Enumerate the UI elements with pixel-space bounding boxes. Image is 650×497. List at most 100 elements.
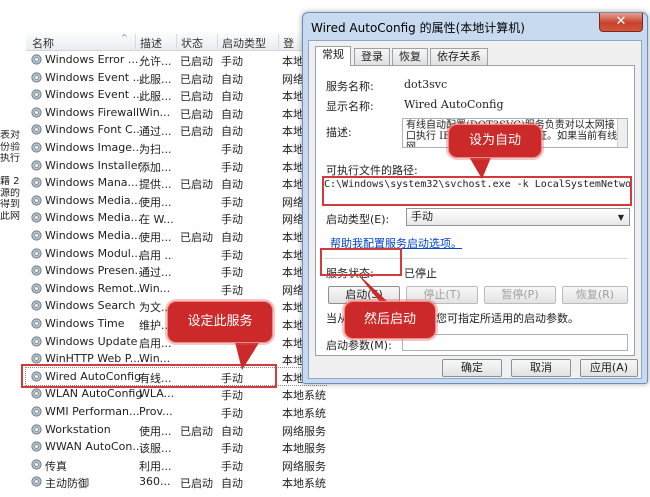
service-gear-icon bbox=[31, 247, 42, 259]
service-description: 利用... bbox=[139, 459, 172, 473]
tab-logon[interactable]: 登录 bbox=[354, 48, 390, 65]
service-logon: 本地系统 bbox=[282, 477, 326, 491]
table-row[interactable]: 传真 利用... 手动 网络服务 bbox=[26, 456, 326, 474]
service-status: 已启动 bbox=[180, 424, 213, 438]
service-logon: 本地系统 bbox=[282, 389, 326, 403]
table-row[interactable]: Windows Presen... 通过... 手动 本地 bbox=[26, 262, 326, 280]
service-description: 提供... bbox=[139, 178, 172, 192]
start-params-input[interactable] bbox=[402, 334, 628, 351]
service-gear-icon bbox=[31, 476, 42, 487]
service-gear-icon bbox=[31, 159, 42, 171]
start-params-label: 启动参数(M): bbox=[326, 339, 392, 352]
startup-type-dropdown[interactable]: 手动 ▼ bbox=[406, 208, 630, 226]
service-logon: 本地服务 bbox=[282, 442, 326, 456]
service-gear-icon bbox=[31, 441, 42, 452]
table-row[interactable]: Windows Remot... Win... 手动 网络 bbox=[26, 280, 326, 298]
table-row[interactable]: Windows Event ... 此服... 已启动 自动 网络 bbox=[26, 69, 326, 87]
table-row[interactable]: WWAN AutoCon... 该服... 手动 本地服务 bbox=[26, 438, 326, 456]
service-description: 通过... bbox=[139, 125, 172, 139]
service-gear-icon bbox=[31, 124, 42, 135]
table-row[interactable]: Windows Firewall Win... 已启动 自动 本地 bbox=[26, 104, 326, 122]
table-row[interactable]: Windows Image... 为扫... 手动 本地 bbox=[26, 139, 326, 157]
service-startup-type: 手动 bbox=[221, 55, 243, 68]
tab-dependencies[interactable]: 依存关系 bbox=[430, 48, 488, 65]
dialog-title: Wired AutoConfig 的属性(本地计算机) bbox=[311, 21, 525, 35]
table-row[interactable]: Windows Media... 使用... 手动 网络 bbox=[26, 192, 326, 210]
column-header-startup-type[interactable]: 启动类型 bbox=[222, 35, 266, 51]
column-header-desc[interactable]: 描述 bbox=[140, 35, 162, 51]
service-status: 已启动 bbox=[180, 178, 213, 192]
tab-general[interactable]: 常规 bbox=[315, 46, 351, 66]
service-description: 使用... bbox=[139, 231, 172, 244]
ok-button[interactable]: 确定 bbox=[442, 359, 502, 377]
service-status: 已启动 bbox=[180, 125, 213, 139]
display-name-value: Wired AutoConfig bbox=[404, 98, 504, 111]
service-startup-type: 手动 bbox=[221, 143, 243, 156]
tab-recovery[interactable]: 恢复 bbox=[392, 48, 428, 65]
service-startup-type: 手动 bbox=[221, 195, 243, 209]
cancel-button[interactable]: 取消 bbox=[511, 359, 571, 377]
chevron-down-icon: ▼ bbox=[617, 213, 624, 222]
left-pane-text: 此网 bbox=[0, 210, 20, 222]
service-description: 在 W... bbox=[139, 213, 173, 227]
table-row[interactable]: Windows Mana... 提供... 已启动 自动 本地 bbox=[26, 174, 326, 192]
table-row[interactable]: Windows Media... 使用... 已启动 自动 本地 bbox=[26, 227, 326, 245]
table-row[interactable]: 主动防御 360... 已启动 自动 本地系统 bbox=[26, 473, 326, 491]
left-pane-text: 得到 bbox=[0, 199, 20, 210]
service-startup-type: 手动 bbox=[221, 160, 243, 174]
callout-then-start: 然后启动 bbox=[344, 301, 436, 339]
table-row[interactable]: Windows Event ... 此服... 已启动 自动 本地 bbox=[26, 86, 326, 104]
close-icon: ✕ bbox=[615, 14, 627, 29]
service-startup-type: 手动 bbox=[221, 283, 243, 297]
description-scrollbar[interactable] bbox=[617, 119, 627, 147]
callout-pointer-then-start bbox=[356, 272, 388, 302]
pause-button[interactable]: 暂停(P) bbox=[484, 286, 556, 304]
service-startup-type: 手动 bbox=[221, 213, 243, 227]
table-row[interactable]: Windows Modul... 启用 ... 手动 本地 bbox=[26, 245, 326, 263]
service-startup-type: 自动 bbox=[221, 90, 243, 104]
table-row[interactable]: WLAN AutoConfig WLA... 手动 本地系统 bbox=[26, 385, 326, 403]
service-startup-type: 手动 bbox=[221, 407, 243, 420]
service-startup-type: 自动 bbox=[221, 107, 243, 121]
left-pane-text bbox=[0, 165, 22, 177]
service-description: Prov... bbox=[139, 405, 173, 418]
left-pane-text: 执行 bbox=[0, 153, 20, 164]
left-pane-text: 籍 2 bbox=[0, 176, 20, 187]
service-gear-icon bbox=[31, 89, 42, 100]
startup-type-selected: 手动 bbox=[411, 210, 433, 223]
service-gear-icon bbox=[31, 177, 42, 188]
column-header-name[interactable]: 名称 bbox=[32, 35, 54, 51]
service-description: Win... bbox=[139, 281, 171, 295]
table-row[interactable]: Windows Font C... 通过... 已启动 自动 本地 bbox=[26, 121, 326, 139]
service-description: 该服... bbox=[139, 442, 172, 456]
service-gear-icon bbox=[31, 195, 42, 206]
service-gear-icon bbox=[31, 107, 42, 118]
dialog-titlebar[interactable]: Wired AutoConfig 的属性(本地计算机) ✕ bbox=[303, 13, 647, 39]
service-name-value: dot3svc bbox=[404, 78, 448, 91]
service-startup-type: 手动 bbox=[221, 266, 243, 280]
service-status: 已启动 bbox=[180, 477, 213, 491]
close-button[interactable]: ✕ bbox=[599, 13, 643, 32]
service-startup-type: 手动 bbox=[221, 459, 243, 473]
service-description: 添加... bbox=[139, 160, 172, 174]
table-row[interactable]: Windows Error ... 允许... 已启动 手动 本地 bbox=[26, 51, 326, 69]
callout-pointer-set-auto bbox=[468, 155, 492, 179]
service-startup-type: 自动 bbox=[221, 231, 243, 244]
callout-pointer-set-service bbox=[234, 338, 262, 370]
table-row[interactable]: Windows Media... 在 W... 手动 网络 bbox=[26, 209, 326, 227]
column-header-logon[interactable]: 登 bbox=[283, 35, 294, 51]
apply-button[interactable]: 应用(A) bbox=[580, 359, 638, 377]
table-row[interactable]: WMI Performan... Prov... 手动 本地系统 bbox=[26, 403, 326, 421]
column-header-status[interactable]: 状态 bbox=[181, 35, 203, 51]
service-description: 启用 ... bbox=[139, 248, 173, 262]
service-description: 允许... bbox=[139, 55, 172, 68]
service-gear-icon bbox=[31, 406, 42, 417]
table-row[interactable]: Windows Installer 添加... 手动 本地 bbox=[26, 157, 326, 175]
service-gear-icon bbox=[31, 54, 42, 65]
table-row[interactable]: Workstation 使用... 已启动 自动 网络服务 bbox=[26, 421, 326, 439]
service-description: WLA... bbox=[139, 387, 173, 401]
resume-button[interactable]: 恢复(R) bbox=[562, 286, 628, 304]
service-gear-icon bbox=[31, 230, 42, 241]
service-startup-type: 手动 bbox=[221, 442, 243, 456]
service-gear-icon bbox=[31, 423, 42, 435]
